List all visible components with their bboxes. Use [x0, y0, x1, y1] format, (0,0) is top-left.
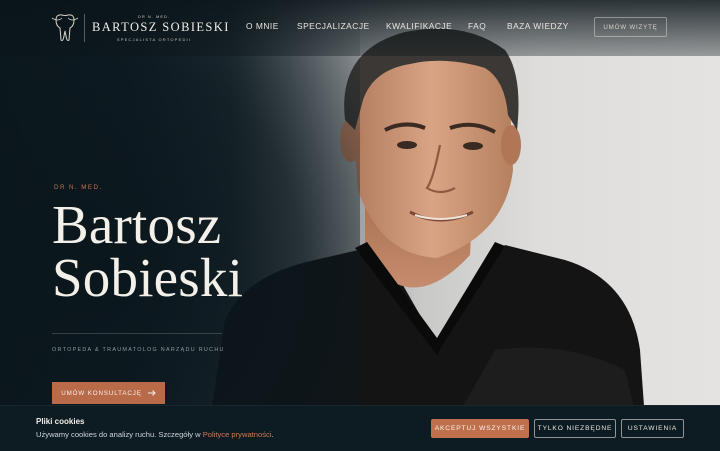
cookie-text: Używamy cookies do analizy ruchu. Szczeg…: [36, 430, 274, 439]
logo-divider: [84, 14, 85, 42]
hero-title-line-2: Sobieski: [52, 247, 244, 308]
necessary-cookies-button[interactable]: TYLKO NIEZBĘDNE: [534, 419, 616, 438]
hero-divider: [52, 333, 222, 334]
logo-subtitle: SPECJALISTA ORTOPEDII: [116, 37, 192, 42]
nav-item-baza-wiedzy[interactable]: BAZA WIEDZY: [507, 21, 569, 35]
cookie-settings-button[interactable]: USTAWIENIA: [621, 419, 684, 438]
cookie-title: Pliki cookies: [36, 417, 85, 426]
book-consultation-button[interactable]: UMÓW KONSULTACJĘ: [52, 382, 165, 404]
nav-item-faq[interactable]: FAQ: [468, 21, 486, 35]
privacy-policy-link[interactable]: Polityce prywatności: [203, 430, 272, 439]
book-visit-button[interactable]: UMÓW WIZYTĘ: [594, 17, 667, 37]
accept-all-cookies-button[interactable]: AKCEPTUJ WSZYSTKIE: [431, 419, 529, 438]
cookie-text-body: Używamy cookies do analizy ruchu. Szczeg…: [36, 430, 203, 439]
site-logo[interactable]: DR N. MED. BARTOSZ SOBIESKI SPECJALISTA …: [50, 10, 230, 46]
hero-subtitle: ORTOPEDA & TRAUMATOLOG NARZĄDU RUCHU: [52, 347, 225, 353]
tooth-bone-icon: [51, 14, 79, 41]
hero-title: Bartosz Sobieski: [52, 194, 244, 308]
arrow-right-icon: [147, 390, 156, 396]
site-header: DR N. MED. BARTOSZ SOBIESKI SPECJALISTA …: [0, 0, 720, 56]
cookie-banner: Pliki cookies Używamy cookies do analizy…: [0, 405, 720, 451]
nav-item-kwalifikacje[interactable]: KWALIFIKACJE: [386, 21, 452, 35]
logo-title-prefix: DR N. MED.: [138, 14, 170, 19]
nav-item-o-mnie[interactable]: O MNIE: [246, 21, 279, 35]
hero-eyebrow: DR N. MED.: [54, 184, 103, 191]
hero-title-line-1: Bartosz: [52, 194, 222, 255]
nav-item-specjalizacje[interactable]: SPECJALIZACJE: [297, 21, 370, 35]
logo-name: BARTOSZ SOBIESKI: [92, 20, 230, 34]
cookie-text-end: .: [271, 430, 274, 439]
book-consultation-label: UMÓW KONSULTACJĘ: [61, 389, 142, 397]
